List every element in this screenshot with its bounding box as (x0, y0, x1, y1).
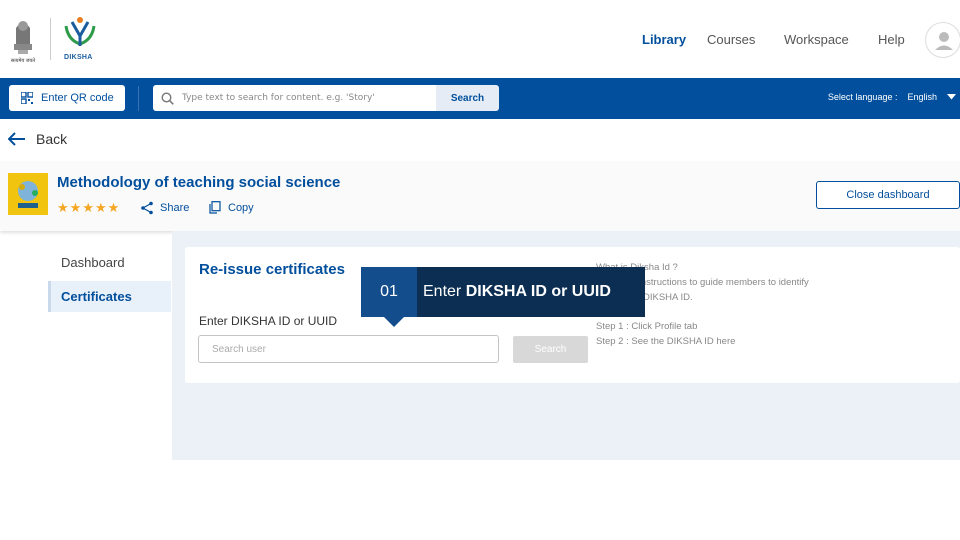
callout-text-bold: DIKSHA ID or UUID (465, 283, 611, 300)
search-icon (161, 91, 174, 105)
search-user-input[interactable]: Search user (198, 335, 499, 363)
qr-code-button[interactable]: Enter QR code (9, 85, 125, 111)
brand-name: DIKSHA (64, 54, 93, 61)
back-label: Back (36, 131, 68, 147)
tutorial-callout: 01 Enter DIKSHA ID or UUID (361, 267, 645, 317)
share-label: Share (160, 202, 190, 214)
course-thumbnail-image (18, 181, 38, 208)
user-id-field-label: Enter DIKSHA ID or UUID (199, 314, 338, 328)
copy-label: Copy (228, 201, 254, 214)
callout-text-prefix: Enter (423, 283, 462, 300)
top-header: सत्यमेव जयते DIKSHA Library Courses Work… (0, 0, 960, 78)
info-step-1: Step 1 : Click Profile tab (596, 321, 698, 332)
callout-pointer (384, 317, 404, 327)
star-rating: ★ ★ ★ ★ ★ (57, 200, 119, 216)
copy-button[interactable]: Copy (209, 201, 254, 214)
sidebar-item-label: Dashboard (61, 255, 125, 270)
nav-library[interactable]: Library (642, 32, 686, 47)
search-user-button[interactable]: Search (513, 336, 588, 363)
search-user-placeholder: Search user (212, 343, 266, 355)
qr-code-icon (21, 92, 33, 104)
emblem-caption: सत्यमेव जयते (10, 58, 36, 64)
qr-code-label: Enter QR code (41, 92, 114, 104)
user-icon (935, 32, 953, 50)
star-icon: ★ (107, 200, 120, 215)
close-dashboard-button[interactable]: Close dashboard (816, 181, 960, 209)
callout-step-number: 01 (361, 267, 417, 317)
national-emblem-icon (14, 21, 32, 54)
content-search-input[interactable]: Type text to search for content. e.g. 'S… (153, 85, 436, 111)
share-icon (141, 201, 153, 215)
course-title: Methodology of teaching social science (57, 174, 341, 191)
header-divider (50, 18, 51, 60)
star-icon: ★ (69, 200, 82, 215)
search-button[interactable]: Search (436, 85, 499, 111)
sidebar-item-certificates[interactable]: Certificates (48, 281, 171, 312)
info-step-2: Step 2 : See the DIKSHA ID here (596, 336, 736, 347)
course-thumbnail (8, 173, 48, 215)
language-selector[interactable]: Select language : English (828, 92, 956, 102)
diksha-logo-icon[interactable] (62, 14, 98, 50)
star-icon: ★ (57, 200, 69, 215)
search-toolbar: Enter QR code Type text to search for co… (0, 78, 960, 119)
share-button[interactable]: Share (140, 201, 189, 215)
callout-text: Enter DIKSHA ID or UUID (417, 283, 611, 301)
back-button[interactable]: Back (8, 131, 67, 147)
page: सत्यमेव जयते DIKSHA Library Courses Work… (0, 0, 960, 540)
nav-help[interactable]: Help (878, 32, 905, 47)
language-value: English (907, 92, 937, 102)
toolbar-divider (138, 86, 139, 111)
star-icon: ★ (82, 200, 94, 215)
copy-icon (209, 201, 221, 214)
language-label: Select language : (827, 92, 898, 102)
card-title: Re-issue certificates (199, 261, 345, 278)
course-header: Methodology of teaching social science ★… (0, 161, 960, 231)
sidebar-item-dashboard[interactable]: Dashboard (48, 247, 171, 278)
nav-courses[interactable]: Courses (707, 32, 755, 47)
search-placeholder: Type text to search for content. e.g. 'S… (182, 93, 375, 103)
user-avatar[interactable] (925, 22, 960, 58)
arrow-left-icon (8, 132, 25, 146)
nav-workspace[interactable]: Workspace (784, 32, 849, 47)
chevron-down-icon (947, 94, 956, 100)
star-icon: ★ (94, 200, 107, 215)
sidebar-item-label: Certificates (61, 289, 132, 304)
